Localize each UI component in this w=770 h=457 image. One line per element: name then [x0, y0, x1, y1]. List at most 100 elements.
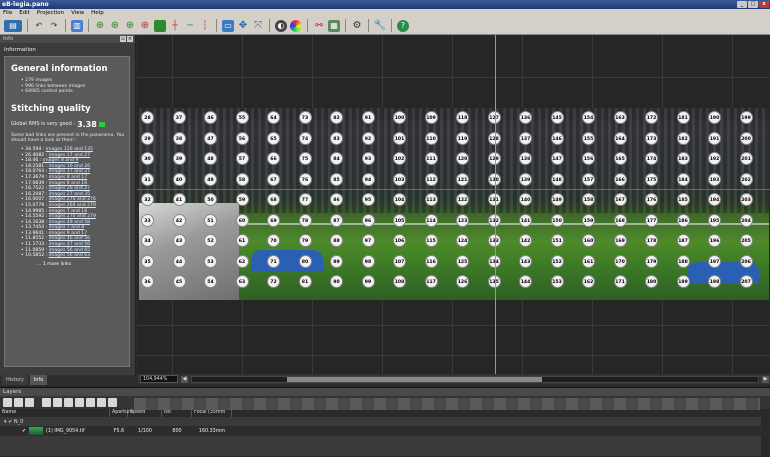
image-control-point[interactable]: 117 — [424, 275, 438, 288]
image-control-point[interactable]: 34 — [141, 234, 154, 247]
image-control-point[interactable]: 167 — [613, 193, 627, 206]
image-control-point[interactable]: 107 — [393, 254, 406, 268]
image-control-point[interactable]: 49 — [204, 172, 217, 186]
image-control-point[interactable]: 102 — [393, 152, 406, 165]
image-control-point[interactable]: 123 — [456, 213, 469, 227]
image-control-point[interactable]: 151 — [550, 234, 564, 247]
image-control-point[interactable]: 74 — [298, 131, 312, 145]
link-images[interactable]: images 126 and 135 — [46, 147, 93, 152]
image-control-point[interactable]: 37 — [172, 111, 186, 124]
image-control-point[interactable]: 79 — [298, 234, 312, 247]
image-control-point[interactable]: 40 — [172, 172, 186, 186]
crosshair-icon[interactable]: ⊕ — [94, 20, 106, 32]
link-images[interactable]: images 56 and 63 — [49, 253, 90, 258]
image-control-point[interactable]: 159 — [582, 213, 595, 227]
image-control-point[interactable]: 163 — [613, 111, 627, 124]
image-control-point[interactable]: 56 — [235, 131, 249, 145]
image-control-point[interactable]: 132 — [487, 213, 501, 227]
image-control-point[interactable]: 36 — [141, 275, 154, 288]
image-control-point[interactable]: 54 — [204, 275, 217, 288]
image-control-point[interactable]: 32 — [141, 193, 154, 206]
image-control-point[interactable]: 162 — [582, 275, 595, 288]
menu-file[interactable]: File — [3, 9, 12, 17]
layers-icon[interactable]: ▦ — [328, 19, 340, 32]
image-control-point[interactable]: 127 — [487, 111, 501, 124]
image-control-point[interactable]: 88 — [330, 234, 343, 247]
image-control-point[interactable]: 120 — [456, 152, 469, 165]
image-control-point[interactable]: 30 — [141, 152, 154, 165]
layer-tool-icon[interactable] — [75, 398, 84, 407]
crosshair-red-icon[interactable]: ⊕ — [139, 20, 151, 32]
image-control-point[interactable]: 194 — [708, 193, 721, 206]
image-control-point[interactable]: 29 — [141, 131, 154, 145]
image-control-point[interactable]: 179 — [645, 254, 658, 268]
image-control-point[interactable]: 73 — [298, 111, 312, 124]
image-control-point[interactable]: 112 — [424, 172, 438, 186]
horizontal-scrollbar[interactable] — [191, 375, 759, 383]
image-control-point[interactable]: 121 — [456, 172, 469, 186]
center-guide[interactable] — [495, 35, 496, 374]
image-control-point[interactable]: 60 — [235, 213, 249, 227]
layer-tool-icon[interactable] — [14, 398, 23, 407]
image-control-point[interactable]: 106 — [393, 234, 406, 247]
image-control-point[interactable]: 205 — [739, 234, 753, 247]
image-control-point[interactable]: 148 — [550, 172, 564, 186]
image-control-point[interactable]: 166 — [613, 172, 627, 186]
image-control-point[interactable]: 131 — [487, 193, 501, 206]
image-control-point[interactable]: 168 — [613, 213, 627, 227]
image-control-point[interactable]: 80 — [298, 254, 312, 268]
image-control-point[interactable]: 39 — [172, 152, 186, 165]
layer-tool-icon[interactable] — [53, 398, 62, 407]
image-control-point[interactable]: 31 — [141, 172, 154, 186]
image-control-point[interactable]: 197 — [708, 254, 721, 268]
image-control-point[interactable]: 58 — [235, 172, 249, 186]
preview-icon[interactable]: ▭ — [222, 19, 234, 32]
scroll-left-arrow-icon[interactable]: ◀ — [181, 375, 188, 383]
image-control-point[interactable]: 139 — [519, 172, 532, 186]
expand-arrow-icon[interactable]: ▾ — [4, 419, 7, 425]
link-images[interactable]: images 270 and 279 — [49, 214, 96, 219]
close-panel-icon[interactable]: × — [127, 36, 133, 42]
image-control-point[interactable]: 122 — [456, 193, 469, 206]
image-control-point[interactable]: 130 — [487, 172, 501, 186]
image-control-point[interactable]: 189 — [676, 275, 690, 288]
image-control-point[interactable]: 110 — [424, 131, 438, 145]
image-control-point[interactable]: 134 — [487, 254, 501, 268]
column-name[interactable]: Name — [0, 409, 110, 417]
image-control-point[interactable]: 173 — [645, 131, 658, 145]
image-control-point[interactable]: 126 — [456, 275, 469, 288]
image-control-point[interactable]: 70 — [267, 234, 280, 247]
image-control-point[interactable]: 43 — [172, 234, 186, 247]
image-control-point[interactable]: 65 — [267, 131, 280, 145]
image-control-point[interactable]: 77 — [298, 193, 312, 206]
crosshair-icon[interactable]: ⊕ — [109, 20, 121, 32]
image-control-point[interactable]: 204 — [739, 213, 753, 227]
image-control-point[interactable]: 169 — [613, 234, 627, 247]
thumbnail-strip[interactable] — [134, 398, 760, 410]
tab-history[interactable]: History — [2, 375, 28, 385]
image-control-point[interactable]: 66 — [267, 152, 280, 165]
image-control-point[interactable]: 193 — [708, 172, 721, 186]
image-control-point[interactable]: 83 — [330, 131, 343, 145]
image-control-point[interactable]: 68 — [267, 193, 280, 206]
link-images[interactable]: images 26 and 27 — [49, 186, 90, 191]
image-control-point[interactable]: 55 — [235, 111, 249, 124]
layer-tool-icon[interactable] — [3, 398, 12, 407]
layers-scrollbar[interactable] — [761, 412, 770, 457]
image-control-point[interactable]: 157 — [582, 172, 595, 186]
image-control-point[interactable]: 198 — [708, 275, 721, 288]
image-control-point[interactable]: 137 — [519, 131, 532, 145]
link-images[interactable]: images 16 and 26 — [49, 164, 90, 169]
image-control-point[interactable]: 62 — [235, 254, 249, 268]
wrench-icon[interactable]: 🔧 — [374, 20, 386, 32]
image-control-point[interactable]: 76 — [298, 172, 312, 186]
image-control-point[interactable]: 115 — [424, 234, 438, 247]
image-control-point[interactable]: 75 — [298, 152, 312, 165]
image-control-point[interactable]: 206 — [739, 254, 753, 268]
layer-group-row[interactable]: ▾ ✔ N_0 — [0, 417, 770, 426]
image-control-point[interactable]: 28 — [141, 111, 154, 124]
image-control-point[interactable]: 99 — [361, 275, 375, 288]
image-control-point[interactable]: 196 — [708, 234, 721, 247]
link-images[interactable]: images 7 and 16 — [49, 209, 88, 214]
image-control-point[interactable]: 124 — [456, 234, 469, 247]
